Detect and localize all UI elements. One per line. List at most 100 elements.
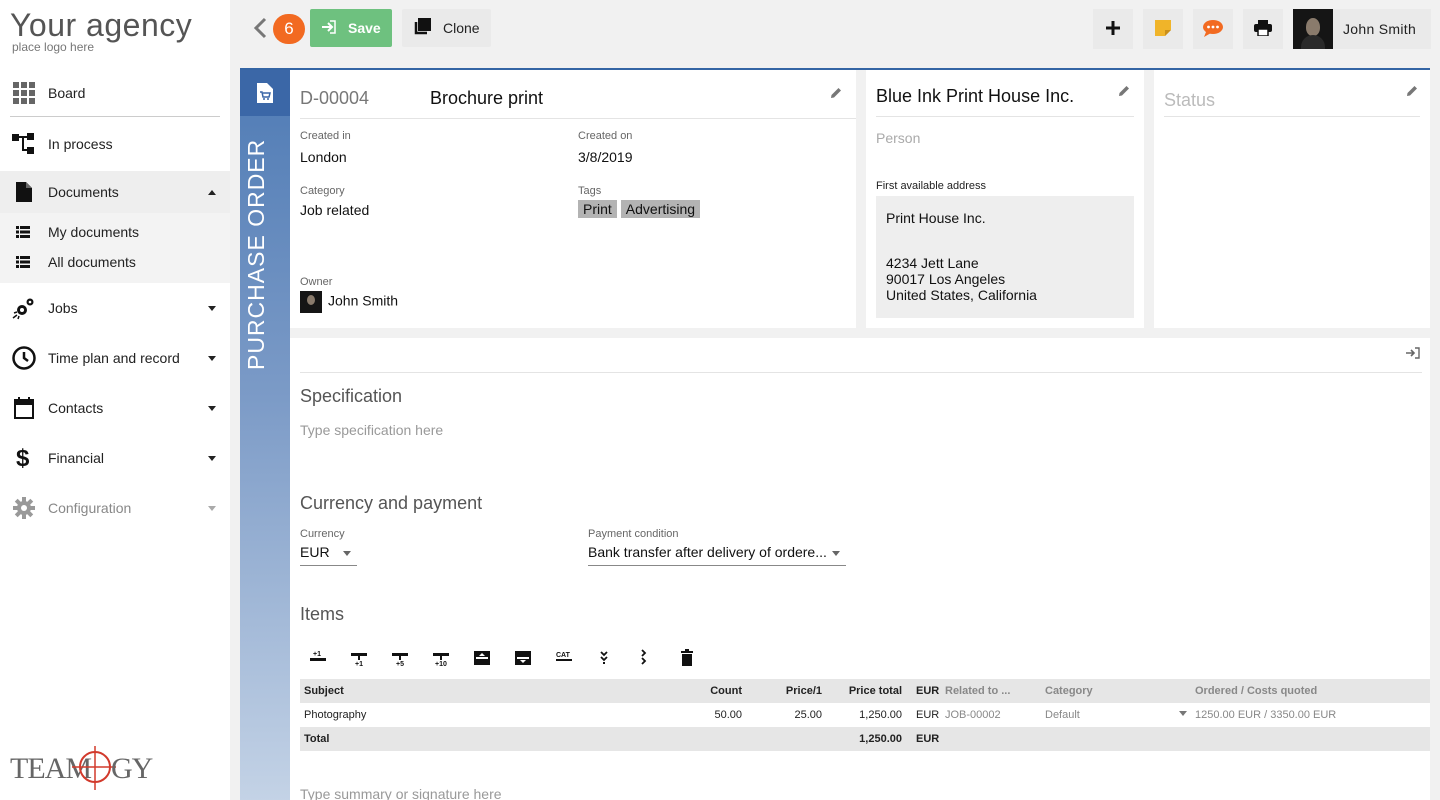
nav-all-documents-label: All documents (48, 254, 136, 270)
table-row[interactable]: Photography 50.00 25.00 1,250.00 EUR JOB… (300, 703, 1430, 727)
dollar-icon: $ (12, 445, 36, 471)
nav-in-process[interactable]: In process (0, 121, 230, 167)
nav-contacts[interactable]: Contacts (0, 383, 230, 433)
items-table: Subject Count Price/1 Price total EUR Re… (300, 679, 1430, 751)
column-header: EUR (916, 685, 940, 697)
nav-financial[interactable]: $ Financial (0, 433, 230, 483)
svg-text:GY: GY (111, 752, 153, 785)
clone-button[interactable]: Clone (402, 9, 491, 47)
jobs-icon (12, 296, 36, 320)
table-header: Subject Count Price/1 Price total EUR Re… (300, 679, 1430, 703)
dropdown-arrow-icon (343, 551, 351, 556)
insert-above-icon[interactable] (472, 646, 513, 670)
save-button[interactable]: Save (310, 9, 392, 47)
sticky-note-button[interactable] (1143, 9, 1183, 49)
comments-button[interactable] (1193, 9, 1233, 49)
print-button[interactable] (1243, 9, 1283, 49)
nav-board-label: Board (48, 85, 86, 101)
document-icon (12, 180, 36, 204)
svg-text:+5: +5 (396, 661, 404, 667)
dropdown-arrow-icon[interactable] (1179, 708, 1187, 720)
payment-condition-select[interactable]: Bank transfer after delivery of ordere..… (588, 540, 846, 566)
nav-board[interactable]: Board (0, 70, 230, 116)
address-label: First available address (876, 180, 987, 192)
nav-time-plan[interactable]: Time plan and record (0, 333, 230, 383)
avatar (300, 291, 322, 313)
owner-name: John Smith (328, 292, 399, 309)
nav-jobs[interactable]: Jobs (0, 283, 230, 333)
nav-configuration[interactable]: Configuration (0, 483, 230, 533)
svg-text:CAT: CAT (556, 652, 571, 659)
nav-all-documents[interactable]: All documents (0, 247, 230, 277)
printer-icon (1254, 19, 1272, 39)
add-five-icon[interactable]: +5 (390, 646, 431, 670)
add-one-icon[interactable]: +1 (349, 646, 390, 670)
save-button-label: Save (348, 20, 381, 36)
edit-pencil-icon[interactable] (1406, 84, 1418, 96)
divider (876, 116, 1134, 117)
cell-related[interactable]: JOB-00002 (945, 709, 1001, 721)
cart-document-icon (240, 70, 290, 116)
column-header: Related to ... (945, 685, 1011, 697)
tag-chip[interactable]: Advertising (620, 200, 701, 218)
back-arrow-icon[interactable] (252, 16, 270, 40)
tag-chip[interactable]: Print (578, 200, 617, 218)
specification-input[interactable]: Type specification here (300, 422, 443, 438)
status-field[interactable]: Status (1164, 90, 1215, 111)
add-row-icon[interactable]: +1 (308, 646, 349, 670)
created-on-value: 3/8/2019 (578, 149, 633, 165)
nav-in-process-label: In process (48, 136, 113, 152)
nav-configuration-label: Configuration (48, 500, 132, 516)
nav-documents-label: Documents (48, 184, 119, 200)
owner-label: Owner (300, 276, 333, 288)
company-name[interactable]: Blue Ink Print House Inc. (876, 86, 1074, 107)
sign-in-icon[interactable] (1406, 346, 1420, 362)
catalog-icon[interactable]: CAT (554, 646, 595, 670)
edit-pencil-icon[interactable] (830, 86, 842, 98)
nav-divider (10, 116, 220, 117)
total-value: 1,250.00 (859, 733, 902, 745)
divider (300, 118, 856, 119)
owner-value[interactable]: John Smith (300, 291, 398, 313)
tags-list: Print Advertising (578, 200, 704, 218)
login-arrow-icon (322, 19, 336, 37)
chevron-down-icon (208, 305, 216, 311)
notification-badge[interactable]: 6 (273, 14, 305, 44)
edit-pencil-icon[interactable] (1118, 84, 1130, 96)
nav-my-documents-label: My documents (48, 224, 140, 240)
expand-icon[interactable] (595, 646, 636, 670)
add-button[interactable] (1093, 9, 1133, 49)
chevron-down-icon (208, 405, 216, 411)
category-label: Category (300, 185, 345, 197)
list-icon (16, 225, 32, 239)
document-title[interactable]: Brochure print (430, 88, 543, 109)
cell-total: 1,250.00 (859, 709, 902, 721)
svg-text:$: $ (16, 445, 30, 471)
more-icon[interactable] (636, 646, 677, 670)
trash-icon[interactable] (677, 646, 718, 670)
divider (1164, 116, 1420, 117)
cell-ordered: 1250.00 EUR / 3350.00 EUR (1195, 709, 1337, 721)
clock-icon (12, 346, 36, 370)
avatar (1293, 9, 1333, 49)
category-value: Job related (300, 202, 370, 218)
user-menu[interactable]: John Smith (1293, 9, 1431, 49)
address-box: Print House Inc. 4234 Jett Lane 90017 Lo… (876, 196, 1134, 318)
column-header: Price/1 (785, 685, 822, 697)
cell-price[interactable]: 25.00 (752, 709, 822, 721)
cell-count[interactable]: 50.00 (682, 709, 742, 721)
currency-select[interactable]: EUR (300, 540, 357, 566)
cell-category[interactable]: Default (1045, 709, 1080, 721)
copy-icon (413, 17, 431, 39)
cell-subject[interactable]: Photography (304, 709, 366, 721)
nav-documents[interactable]: Documents (0, 171, 230, 213)
nav-my-documents[interactable]: My documents (0, 217, 230, 247)
person-field[interactable]: Person (876, 130, 920, 146)
add-ten-icon[interactable]: +10 (431, 646, 472, 670)
insert-below-icon[interactable] (513, 646, 554, 670)
logo-title: Your agency (10, 7, 193, 43)
sidebar: Your agency place logo here Board In pro… (0, 0, 230, 800)
agency-logo[interactable]: Your agency place logo here (10, 8, 192, 54)
summary-input[interactable]: Type summary or signature here (300, 786, 502, 800)
topbar: 6 Save Clone John Smith (230, 0, 1440, 58)
